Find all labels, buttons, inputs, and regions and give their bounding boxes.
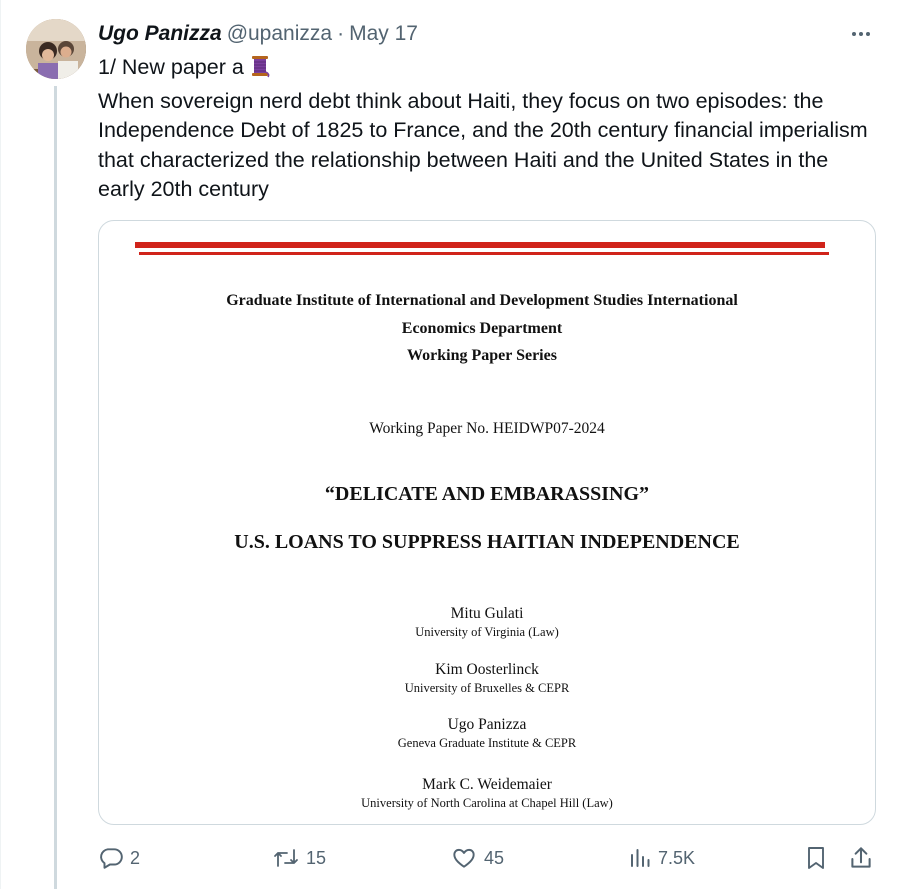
reply-count: 2 <box>130 847 141 868</box>
header-separator: · <box>337 22 345 45</box>
reply-icon <box>98 845 124 871</box>
user-handle[interactable]: @upanizza <box>227 22 332 46</box>
left-border <box>0 0 1 889</box>
avatar-photo <box>26 19 86 79</box>
tweet-text-first-line: 1/ New paper a <box>98 53 868 87</box>
author-block: Ugo Panizza Geneva Graduate Institute & … <box>99 715 875 751</box>
institute-heading: Graduate Institute of International and … <box>139 287 825 370</box>
repost-count: 15 <box>306 847 327 868</box>
institute-line: Graduate Institute of International and … <box>226 292 738 309</box>
author-name: Ugo Panizza <box>447 716 527 733</box>
paper-title-line2: U.S. LOANS TO SUPPRESS HAITIAN INDEPENDE… <box>234 531 740 553</box>
repost-button[interactable]: 15 <box>272 843 326 873</box>
institute-line: Economics Department <box>401 319 563 337</box>
author-name: Mitu Gulati <box>450 605 524 622</box>
paper-image[interactable]: Graduate Institute of International and … <box>98 220 876 825</box>
bookmark-icon <box>804 844 828 872</box>
paper-title-line1: “DELICATE AND EMBARASSING” <box>324 483 650 505</box>
author-block: Mark C. Weidemaier University of North C… <box>99 775 875 811</box>
bookmark-button[interactable] <box>804 843 828 873</box>
like-button[interactable]: 45 <box>450 843 504 873</box>
author-affiliation: Geneva Graduate Institute & CEPR <box>397 736 577 750</box>
heart-icon <box>450 845 478 871</box>
author-name: Kim Oosterlinck <box>435 661 539 678</box>
thread-line <box>54 86 57 889</box>
author-affiliation: University of Bruxelles & CEPR <box>404 681 570 695</box>
tweet-actions: 2 15 45 7.5K <box>98 843 878 873</box>
working-paper-number: Working Paper No. HEIDWP07-2024 <box>369 420 605 437</box>
tweet-date[interactable]: May 17 <box>349 22 418 46</box>
header-rule-thick <box>135 242 825 248</box>
author-affiliation: University of North Carolina at Chapel H… <box>361 796 613 810</box>
repost-icon <box>272 845 300 871</box>
tweet-header: Ugo Panizza @upanizza · May 17 <box>98 22 418 46</box>
tweet-text-intro: 1/ New paper a <box>98 55 244 79</box>
tweet-text-body: When sovereign nerd debt think about Hai… <box>98 88 868 202</box>
view-count: 7.5K <box>658 847 696 868</box>
share-icon <box>848 844 874 872</box>
display-name[interactable]: Ugo Panizza <box>98 22 222 46</box>
tweet-text: 1/ New paper a When sovereign nerd debt … <box>98 53 868 205</box>
more-options-icon[interactable] <box>846 24 876 44</box>
share-button[interactable] <box>848 843 874 873</box>
avatar[interactable] <box>26 19 86 79</box>
author-affiliation: University of Virginia (Law) <box>415 625 559 639</box>
like-count: 45 <box>484 847 505 868</box>
analytics-icon <box>628 845 652 871</box>
reply-button[interactable]: 2 <box>98 843 140 873</box>
institute-line: Working Paper Series <box>407 347 557 364</box>
author-block: Kim Oosterlinck University of Bruxelles … <box>99 660 875 696</box>
header-rule-thin <box>139 252 829 255</box>
author-block: Mitu Gulati University of Virginia (Law) <box>99 604 875 640</box>
views-button[interactable]: 7.5K <box>628 843 695 873</box>
author-name: Mark C. Weidemaier <box>422 776 552 793</box>
thread-spool-icon <box>248 54 272 87</box>
